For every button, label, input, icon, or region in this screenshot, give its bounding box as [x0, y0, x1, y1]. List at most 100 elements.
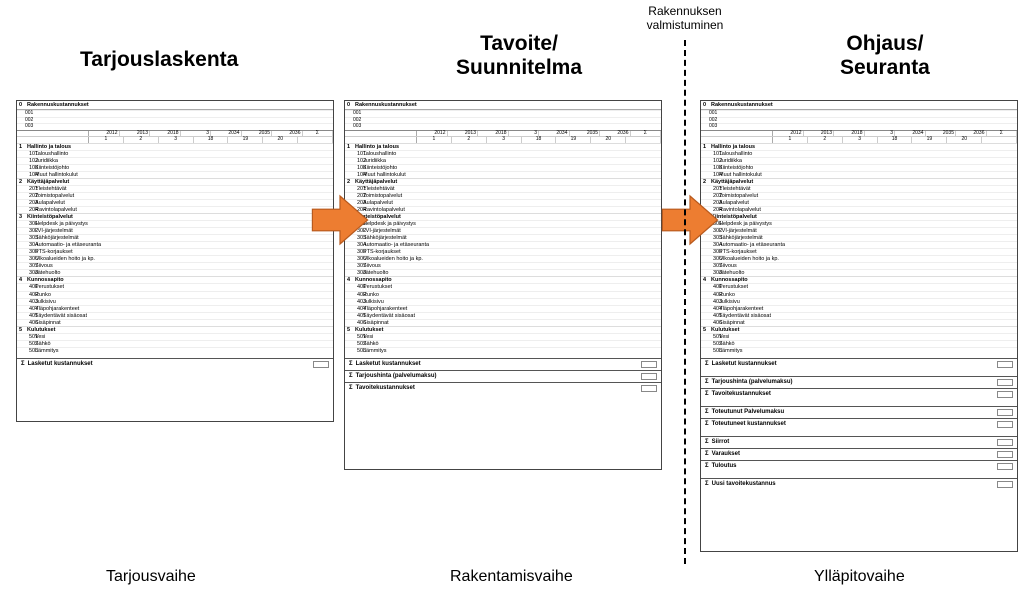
list-item: 501Vesi	[345, 333, 661, 340]
list-item: 501Vesi	[17, 333, 333, 340]
list-item: 101Taloushallinto	[17, 150, 333, 157]
col-subheader: 19	[912, 137, 947, 143]
list-item: 402Runko	[345, 291, 661, 298]
list-item: 502Sähkö	[345, 340, 661, 347]
col-header: 3	[509, 131, 540, 137]
list-item: 302LVI-järjestelmät	[345, 227, 661, 234]
list-item: 104Muut hallintokulut	[345, 171, 661, 178]
list-item: 203Aulapalvelut	[17, 199, 333, 206]
list-item: 308Jätehuolto	[345, 269, 661, 276]
list-item: 101Taloushallinto	[701, 150, 1017, 157]
list-item: 307Siivous	[701, 262, 1017, 269]
list-item: 301Helpdesk ja päivystys	[701, 220, 1017, 227]
list-item: 405Täydentävät sisäosat	[17, 312, 333, 319]
milestone-label-l1: Rakennuksen	[648, 4, 721, 18]
section-row: 2Käyttäjäpalvelut	[17, 178, 333, 185]
list-item: 304Automaatio- ja etäseuranta	[701, 241, 1017, 248]
summary-row: ΣTuloutus	[701, 460, 1017, 472]
sheet-header: 0Rakennuskustannukset	[701, 101, 1017, 110]
list-item: 406Sisäpinnat	[701, 319, 1017, 326]
summary-row: ΣLasketut kustannukset	[345, 358, 661, 370]
list-item: 305PTS-korjaukset	[345, 248, 661, 255]
section-row: 4Kunnossapito	[701, 276, 1017, 283]
col-header: 2034	[895, 131, 926, 137]
col-subheader: 2	[124, 137, 159, 143]
list-item: 204Ravintolapalvelut	[701, 206, 1017, 213]
section-row: 2Käyttäjäpalvelut	[701, 178, 1017, 185]
summary-row: ΣLasketut kustannukset	[17, 358, 333, 370]
list-item: 403Julkisivu	[17, 298, 333, 305]
list-item: 102Juridiikka	[701, 157, 1017, 164]
summary-row: ΣUusi tavoitekustannus	[701, 478, 1017, 490]
list-item: 104Muut hallintokulut	[701, 171, 1017, 178]
list-item: 402Runko	[701, 291, 1017, 298]
list-item: 302LVI-järjestelmät	[701, 227, 1017, 234]
summary-row: ΣTarjoushinta (palvelumaksu)	[345, 370, 661, 382]
col-header: 2013	[120, 131, 151, 137]
list-item: 204Ravintolapalvelut	[17, 206, 333, 213]
col-header: 2034	[211, 131, 242, 137]
col-subheader: 3	[843, 137, 878, 143]
phase-3: Ylläpitovaihe	[814, 568, 905, 586]
list-item: 403Julkisivu	[345, 298, 661, 305]
col-header: 2013	[448, 131, 479, 137]
list-item: 404Yläpohjarakenteet	[17, 305, 333, 312]
list-item: 201Yleistehtävät	[17, 185, 333, 192]
sigma-col: Σ	[631, 131, 662, 137]
list-item: 301Helpdesk ja päivystys	[17, 220, 333, 227]
list-item: 306Ulkoalueiden hoito ja kp.	[17, 255, 333, 262]
col-subheader: 1	[773, 137, 808, 143]
section-row: 3Kiinteistöpalvelut	[345, 213, 661, 220]
summary-row: ΣTavoitekustannukset	[345, 382, 661, 394]
section-row: 3Kiinteistöpalvelut	[701, 213, 1017, 220]
col-subheader: 20	[591, 137, 626, 143]
title-col1: Tarjouslaskenta	[80, 48, 238, 72]
list-item: 401Perustukset	[701, 283, 1017, 290]
list-item: 308Jätehuolto	[701, 269, 1017, 276]
list-item: 104Muut hallintokulut	[17, 171, 333, 178]
list-item: 306Ulkoalueiden hoito ja kp.	[345, 255, 661, 262]
list-item: 305PTS-korjaukset	[701, 248, 1017, 255]
summary-row: ΣTarjoushinta (palvelumaksu)	[701, 376, 1017, 388]
list-item: 301Helpdesk ja päivystys	[345, 220, 661, 227]
list-item: 404Yläpohjarakenteet	[701, 305, 1017, 312]
list-item: 405Täydentävät sisäosat	[345, 312, 661, 319]
col-subheader: 18	[194, 137, 229, 143]
list-item: 406Sisäpinnat	[17, 319, 333, 326]
phase-2: Rakentamisvaihe	[450, 568, 573, 586]
phase-1: Tarjousvaihe	[106, 568, 196, 586]
section-row: 5Kulutukset	[701, 326, 1017, 333]
list-item: 304Automaatio- ja etäseuranta	[345, 241, 661, 248]
col-subheader: 2	[808, 137, 843, 143]
title-col2-l2: Suunnitelma	[456, 56, 582, 79]
milestone-label-l2: valmistuminen	[647, 18, 724, 32]
spreadsheet-3: 0Rakennuskustannukset0010020032012201320…	[700, 100, 1018, 552]
summary-row: ΣLasketut kustannukset	[701, 358, 1017, 370]
list-item: 308Jätehuolto	[17, 269, 333, 276]
col-header: 2034	[539, 131, 570, 137]
summary-row: ΣVaraukset	[701, 448, 1017, 460]
list-item: 503Lämmitys	[17, 347, 333, 354]
sigma-col: Σ	[303, 131, 334, 137]
list-item: 502Sähkö	[17, 340, 333, 347]
summary-row: ΣTavoitekustannukset	[701, 388, 1017, 400]
list-item: 501Vesi	[701, 333, 1017, 340]
section-row: 1Hallinto ja talous	[701, 143, 1017, 150]
list-item: 403Julkisivu	[701, 298, 1017, 305]
section-row: 4Kunnossapito	[17, 276, 333, 283]
list-item: 401Perustukset	[17, 283, 333, 290]
list-item: 503Lämmitys	[345, 347, 661, 354]
list-item: 305PTS-korjaukset	[17, 248, 333, 255]
title-col2: Tavoite/ Suunnitelma	[456, 32, 582, 80]
list-item: 404Yläpohjarakenteet	[345, 305, 661, 312]
sigma-col: Σ	[987, 131, 1018, 137]
list-item: 406Sisäpinnat	[345, 319, 661, 326]
section-row: 5Kulutukset	[17, 326, 333, 333]
list-item: 202Toimistopalvelut	[701, 192, 1017, 199]
list-item: 102Juridiikka	[345, 157, 661, 164]
list-item: 103Kiinteistöjohto	[345, 164, 661, 171]
section-row: 2Käyttäjäpalvelut	[345, 178, 661, 185]
spreadsheet-1: 0Rakennuskustannukset0010020032012201320…	[16, 100, 334, 422]
summary-row: ΣToteutunut Palvelumaksu	[701, 406, 1017, 418]
summary-row: ΣToteutuneet kustannukset	[701, 418, 1017, 430]
